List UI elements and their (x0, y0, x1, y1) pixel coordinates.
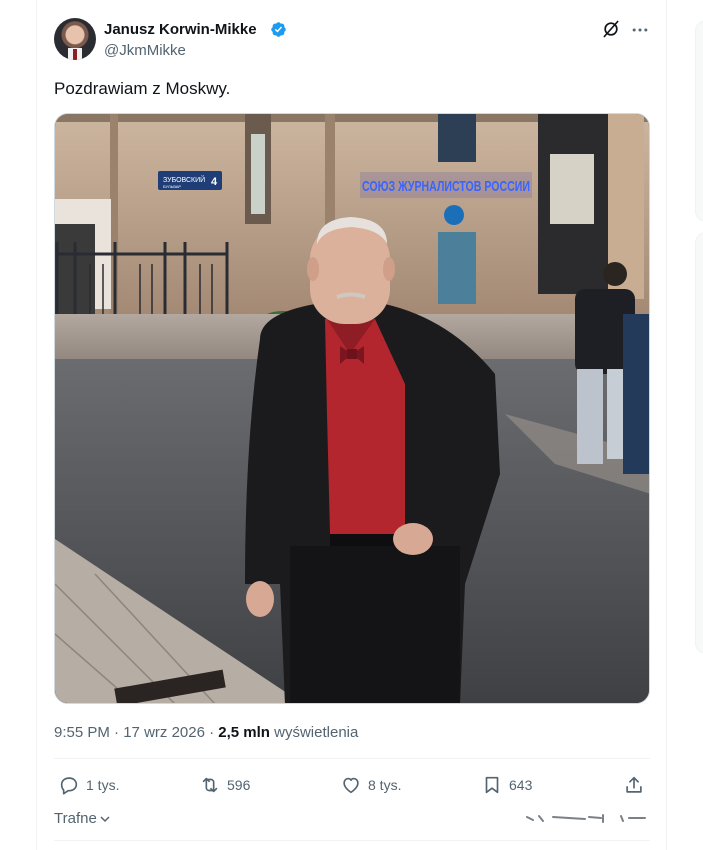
building-sign: СОЮЗ ЖУРНАЛИСТОВ РОССИИ (362, 178, 530, 195)
views-count: 2,5 mln (218, 724, 270, 741)
grok-icon[interactable] (601, 19, 621, 39)
emblem (444, 205, 464, 225)
divider (54, 840, 650, 841)
author-avatar[interactable] (54, 18, 96, 60)
tweet-meta: 9:55 PM · 17 wrz 2026 · 2,5 mln wyświetl… (54, 723, 358, 743)
meta-separator: · (114, 724, 120, 741)
verified-badge-icon[interactable] (270, 21, 287, 38)
street-number: 4 (211, 176, 218, 188)
author-handle[interactable]: @JkmMikke (104, 41, 186, 61)
like-button[interactable]: 8 tys. (340, 774, 401, 796)
repost-button[interactable]: 596 (199, 774, 250, 796)
repost-icon (202, 777, 218, 793)
heart-icon (343, 777, 359, 794)
reply-button[interactable]: 1 tys. (58, 774, 119, 796)
views-label: wyświetlenia (274, 724, 359, 741)
photo-scene: ЗУБОВСКИЙ БУЛЬВАР 4 СОЮЗ ЖУРНАЛИСТОВ РОС… (55, 114, 649, 703)
share-icon[interactable] (623, 774, 645, 796)
reply-sort-selector[interactable]: Trafne (54, 810, 111, 827)
avatar-tie (73, 49, 77, 60)
like-count: 8 tys. (368, 777, 402, 793)
author-name[interactable]: Janusz Korwin-Mikke (104, 20, 257, 40)
reply-icon (60, 777, 78, 795)
bookmark-icon (485, 776, 499, 794)
tweet-text: Pozdrawiam z Moskwy. (54, 79, 231, 98)
sort-label: Trafne (54, 810, 97, 827)
meta-separator: · (209, 724, 215, 741)
timeline-right-border (666, 0, 667, 850)
reply-count: 1 tys. (86, 777, 120, 793)
tweet-photo[interactable]: ЗУБОВСКИЙ БУЛЬВАР 4 СОЮЗ ЖУРНАЛИСТОВ РОС… (54, 113, 650, 704)
tweet-time[interactable]: 9:55 PM (54, 724, 110, 741)
bookmark-button[interactable]: 643 (481, 774, 532, 796)
tweet-date[interactable]: 17 wrz 2026 (123, 724, 205, 741)
scribble-mark (526, 814, 646, 823)
divider (54, 758, 650, 759)
bookmark-count: 643 (509, 777, 533, 793)
street-sign-sub: БУЛЬВАР (163, 184, 181, 189)
sidebar-card (695, 20, 703, 222)
sidebar-card (695, 232, 703, 654)
repost-count: 596 (227, 777, 251, 793)
timeline-left-border (36, 0, 37, 850)
street-sign-text: ЗУБОВСКИЙ (163, 175, 205, 184)
more-options-icon[interactable] (630, 20, 650, 40)
chevron-down-icon (100, 815, 110, 822)
